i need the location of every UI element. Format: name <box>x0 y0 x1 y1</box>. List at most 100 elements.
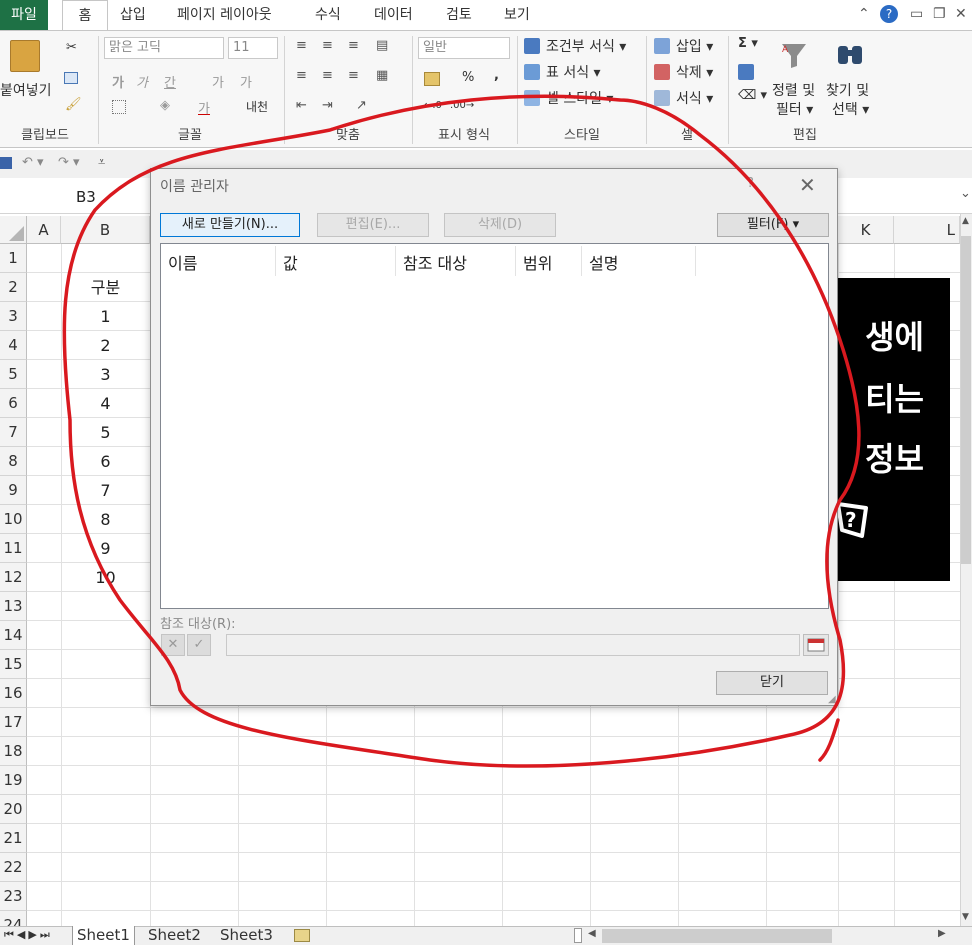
row-header-10[interactable]: 10 <box>0 505 27 534</box>
table-format-button[interactable]: 표 서식 ▾ <box>546 62 601 82</box>
row-header-18[interactable]: 18 <box>0 737 27 766</box>
align-right-icon[interactable]: ≡ <box>348 68 359 83</box>
row-header-9[interactable]: 9 <box>0 476 27 505</box>
new-sheet-icon[interactable] <box>294 929 310 942</box>
cell-b7[interactable]: 5 <box>61 418 150 447</box>
cell-b11[interactable]: 9 <box>61 534 150 563</box>
sort-filter-icon[interactable]: A <box>780 40 808 70</box>
collapse-dialog-icon[interactable] <box>803 634 829 656</box>
row-header-14[interactable]: 14 <box>0 621 27 650</box>
tab-formulas[interactable]: 수식 <box>315 0 341 30</box>
dialog-help-icon[interactable]: ? <box>747 176 754 191</box>
horizontal-scroll-thumb[interactable] <box>602 929 832 943</box>
clear-icon[interactable]: ⌫ ▾ <box>738 88 767 103</box>
italic-icon[interactable]: 가 <box>136 72 148 91</box>
row-header-22[interactable]: 22 <box>0 853 27 882</box>
close-window-icon[interactable]: ✕ <box>955 6 967 22</box>
cell-b8[interactable]: 6 <box>61 447 150 476</box>
row-header-4[interactable]: 4 <box>0 331 27 360</box>
percent-style-button[interactable]: % <box>462 70 474 85</box>
row-header-11[interactable]: 11 <box>0 534 27 563</box>
row-header-19[interactable]: 19 <box>0 766 27 795</box>
increase-indent-icon[interactable]: ⇥ <box>322 98 333 113</box>
decrease-decimal-icon[interactable]: .00→ <box>450 100 474 111</box>
expand-formula-bar-icon[interactable]: ⌄ <box>960 186 971 201</box>
row-header-8[interactable]: 8 <box>0 447 27 476</box>
row-header-1[interactable]: 1 <box>0 244 27 273</box>
fill-color-icon[interactable]: ◈ <box>160 98 170 113</box>
confirm-edit-icon[interactable]: ✓ <box>187 634 211 656</box>
cancel-edit-icon[interactable]: ✕ <box>161 634 185 656</box>
filter-button[interactable]: 필터(F) ▾ <box>717 213 829 237</box>
hscroll-left-icon[interactable]: ◀ <box>588 928 596 939</box>
list-header-scope[interactable]: 범위 <box>523 250 552 274</box>
delete-cells-button[interactable]: 삭제 ▾ <box>676 62 713 82</box>
select-all-button[interactable] <box>0 216 27 244</box>
find-select-label-2[interactable]: 선택 ▾ <box>832 99 869 119</box>
column-header-a[interactable]: A <box>27 216 61 244</box>
comma-style-button[interactable]: , <box>494 68 499 83</box>
tab-review[interactable]: 검토 <box>446 0 472 30</box>
undo-icon[interactable]: ↶ ▾ <box>22 155 44 170</box>
row-header-15[interactable]: 15 <box>0 650 27 679</box>
font-size-select[interactable]: 11 <box>228 37 278 59</box>
sheet-nav-icons[interactable]: ⏮◀▶⏭ <box>4 928 53 942</box>
tab-split-handle[interactable] <box>574 928 582 943</box>
align-top-icon[interactable]: ≡ <box>296 38 307 53</box>
font-color-icon[interactable]: 가 <box>198 98 210 117</box>
tab-data[interactable]: 데이터 <box>374 0 413 30</box>
tab-home[interactable]: 홈 <box>62 0 108 31</box>
row-header-12[interactable]: 12 <box>0 563 27 592</box>
row-header-17[interactable]: 17 <box>0 708 27 737</box>
sheet-tab-sheet3[interactable]: Sheet3 <box>216 926 277 945</box>
cell-b4[interactable]: 2 <box>61 331 150 360</box>
autosum-icon[interactable]: Σ ▾ <box>738 36 758 51</box>
redo-icon[interactable]: ↷ ▾ <box>58 155 80 170</box>
row-header-5[interactable]: 5 <box>0 360 27 389</box>
new-name-button[interactable]: 새로 만들기(N)... <box>160 213 300 237</box>
list-header-name[interactable]: 이름 <box>168 250 197 274</box>
underline-icon[interactable]: 간 <box>164 72 176 91</box>
cell-b2[interactable]: 구분 <box>61 273 150 302</box>
cell-b3[interactable]: 1 <box>61 302 150 331</box>
merge-center-icon[interactable]: ▦ <box>376 68 388 83</box>
align-left-icon[interactable]: ≡ <box>296 68 307 83</box>
tab-page-layout[interactable]: 페이지 레이아웃 <box>177 0 272 30</box>
format-cells-button[interactable]: 서식 ▾ <box>676 88 713 108</box>
cell-b12[interactable]: 10 <box>61 563 150 592</box>
conditional-format-button[interactable]: 조건부 서식 ▾ <box>546 36 626 56</box>
list-header-value[interactable]: 값 <box>283 250 298 274</box>
paste-icon[interactable] <box>10 40 40 72</box>
align-center-icon[interactable]: ≡ <box>322 68 333 83</box>
close-dialog-button[interactable]: 닫기 <box>716 671 828 695</box>
dialog-close-icon[interactable]: ✕ <box>799 173 816 197</box>
row-header-7[interactable]: 7 <box>0 418 27 447</box>
row-header-13[interactable]: 13 <box>0 592 27 621</box>
border-icon[interactable] <box>112 100 126 114</box>
resize-grip-icon[interactable]: ◢ <box>828 694 836 705</box>
cell-b6[interactable]: 4 <box>61 389 150 418</box>
font-name-select[interactable]: 맑은 고딕 <box>104 37 224 59</box>
cell-b5[interactable]: 3 <box>61 360 150 389</box>
align-middle-icon[interactable]: ≡ <box>322 38 333 53</box>
minimize-icon[interactable]: ▭ <box>910 6 923 22</box>
copy-icon[interactable] <box>64 72 78 84</box>
scroll-up-icon[interactable]: ▲ <box>962 216 969 226</box>
row-header-21[interactable]: 21 <box>0 824 27 853</box>
row-header-6[interactable]: 6 <box>0 389 27 418</box>
cut-icon[interactable]: ✂ <box>66 40 77 55</box>
name-box[interactable]: B3 <box>76 188 96 206</box>
cell-style-button[interactable]: 셀 스타일 ▾ <box>546 88 613 108</box>
format-painter-icon[interactable]: 🖌 <box>65 97 82 112</box>
shrink-font-icon[interactable]: 가 <box>240 72 252 91</box>
find-select-label-1[interactable]: 찾기 및 <box>826 80 869 100</box>
row-header-23[interactable]: 23 <box>0 882 27 911</box>
phonetic-icon[interactable]: 내천 <box>246 98 268 115</box>
increase-decimal-icon[interactable]: ←.0 <box>424 100 442 111</box>
delete-name-button[interactable]: 삭제(D) <box>444 213 556 237</box>
tab-insert[interactable]: 삽입 <box>120 0 146 30</box>
help-icon[interactable]: ? <box>880 5 898 23</box>
vertical-scroll-thumb[interactable] <box>961 236 971 564</box>
align-bottom-icon[interactable]: ≡ <box>348 38 359 53</box>
wrap-text-icon[interactable]: ▤ <box>376 38 388 53</box>
